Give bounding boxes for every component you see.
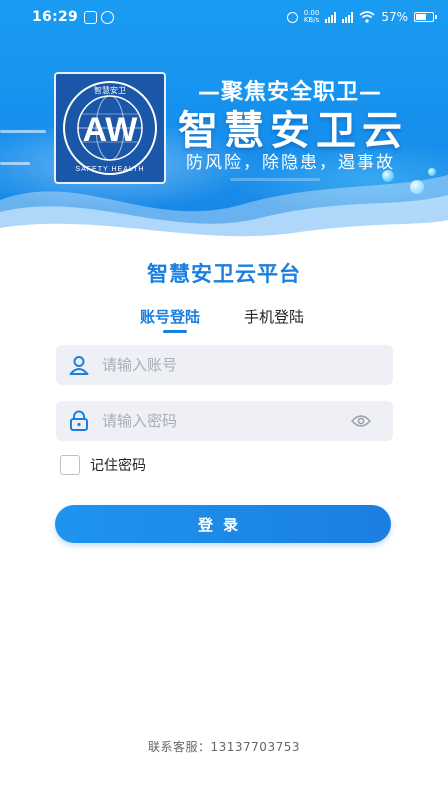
- remember-label: 记住密码: [90, 458, 146, 474]
- header-banner: 16:29 0.00 KB/s 57% AW 智慧安卫 SAFETY HEALT…: [0, 0, 448, 240]
- sync-icon: [101, 10, 115, 24]
- remember-checkbox[interactable]: [60, 455, 80, 475]
- active-tab-indicator: [163, 330, 187, 333]
- tab-account-login[interactable]: 账号登陆: [140, 306, 200, 327]
- user-icon: [69, 356, 89, 375]
- app-notification-icon: [84, 10, 98, 24]
- platform-title: 智慧安卫云平台: [147, 262, 301, 286]
- logo-letters: AW: [83, 111, 139, 149]
- signal-icon: [325, 11, 337, 23]
- account-input[interactable]: [102, 356, 393, 374]
- login-button[interactable]: 登录: [55, 505, 391, 543]
- network-speed-unit: KB/s: [303, 16, 320, 24]
- password-field[interactable]: [56, 401, 393, 441]
- login-tabs: 账号登陆 手机登陆: [0, 306, 448, 340]
- remember-password[interactable]: 记住密码: [60, 455, 146, 475]
- wave-decoration: [0, 175, 448, 240]
- account-field[interactable]: [56, 345, 393, 385]
- tab-phone-login[interactable]: 手机登陆: [244, 306, 304, 327]
- signal-icon: [342, 11, 354, 23]
- logo-top-text: 智慧安卫: [94, 85, 126, 95]
- lock-icon: [70, 410, 88, 431]
- network-speed: 0.00 KB/s: [304, 10, 320, 24]
- password-input[interactable]: [102, 412, 351, 430]
- light-streak: [0, 130, 46, 133]
- battery-percent: 57%: [381, 10, 408, 24]
- status-time: 16:29: [32, 9, 79, 25]
- notification-icons: [84, 10, 115, 24]
- customer-service-contact: 联系客服：13137703753: [148, 740, 300, 754]
- wifi-icon: [359, 11, 375, 23]
- status-right: 0.00 KB/s 57%: [286, 10, 437, 24]
- battery-icon: [414, 12, 437, 22]
- alarm-icon: [286, 11, 298, 23]
- status-bar: 16:29 0.00 KB/s 57%: [0, 0, 448, 34]
- eye-icon[interactable]: [351, 414, 371, 428]
